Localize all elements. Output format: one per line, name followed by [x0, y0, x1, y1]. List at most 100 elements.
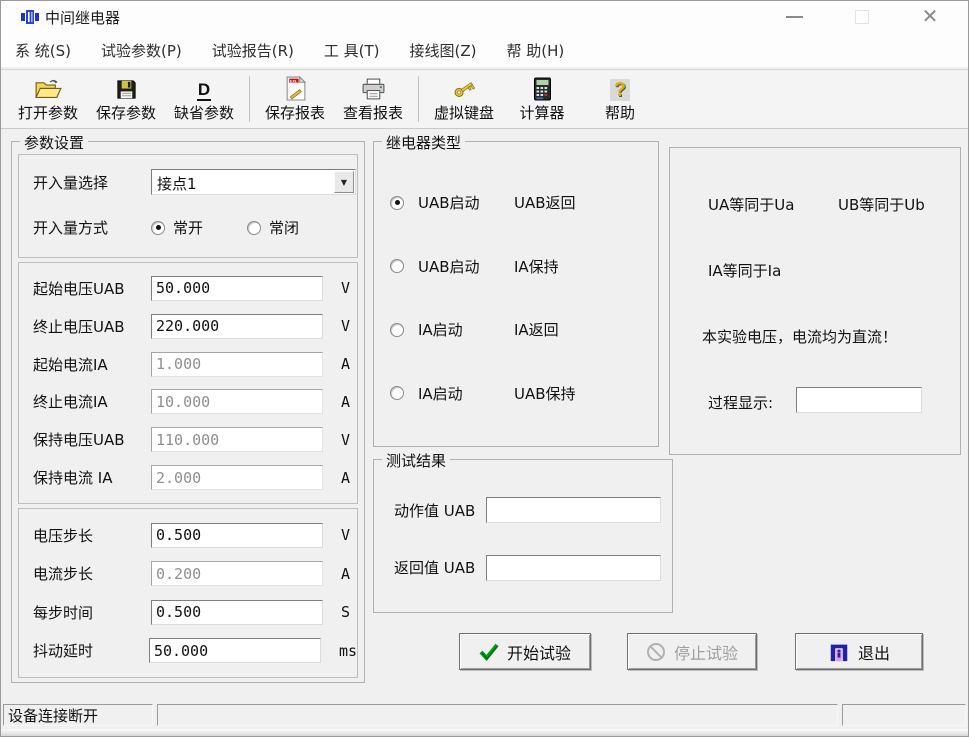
- radio-ia-start-uab-hold[interactable]: [390, 386, 404, 400]
- exit-button[interactable]: 退出: [795, 633, 923, 670]
- menu-wiring-diagram[interactable]: 接线图(Z): [410, 40, 477, 61]
- radio-uab-start-ia-hold[interactable]: [390, 259, 404, 273]
- close-icon: ✕: [922, 7, 939, 27]
- stop-test-label: 停止试验: [674, 640, 738, 664]
- step-time-input[interactable]: [151, 600, 323, 625]
- end-current-input: [151, 389, 323, 414]
- process-display-label: 过程显示:: [708, 392, 773, 413]
- action-value-input[interactable]: [486, 497, 661, 523]
- help-button[interactable]: ? 帮助: [581, 72, 659, 126]
- window-bottom-border: [1, 729, 968, 736]
- field-unit: ms: [339, 642, 357, 660]
- field-label: 保持电压UAB: [33, 429, 151, 450]
- relay-type-title: 继电器类型: [382, 132, 465, 153]
- start-test-button[interactable]: 开始试验: [459, 633, 591, 670]
- calculator-icon: [533, 74, 552, 101]
- menu-test-report[interactable]: 试验报告(R): [212, 40, 294, 61]
- stop-icon: [646, 642, 666, 662]
- toolbar-label: 保存参数: [96, 102, 156, 123]
- toolbar-separator: [249, 76, 250, 122]
- key-icon: [451, 74, 477, 101]
- info-panel: UA等同于Ua UB等同于Ub IA等同于Ia 本实验电压，电流均为直流！ 过程…: [669, 147, 961, 455]
- menu-test-params[interactable]: 试验参数(P): [101, 40, 182, 61]
- calculator-button[interactable]: 计算器: [503, 72, 581, 126]
- window-title: 中间继电器: [45, 7, 120, 28]
- toolbar: 打开参数 保存参数 D 缺省参数: [1, 69, 968, 129]
- start-current-input: [151, 352, 323, 377]
- param-row: 终止电流IA A: [19, 389, 357, 414]
- field-unit: V: [341, 431, 350, 449]
- toolbar-label: 保存报表: [265, 102, 325, 123]
- param-row: 起始电压UAB V: [19, 276, 357, 301]
- toolbar-label: 计算器: [519, 102, 564, 123]
- relay-option-start: IA启动: [418, 319, 514, 340]
- field-label: 每步时间: [33, 602, 151, 623]
- check-icon: [479, 643, 499, 661]
- relay-option-row: UAB启动 IA保持: [374, 256, 658, 277]
- voltage-step-input[interactable]: [151, 523, 323, 548]
- field-unit: A: [341, 469, 350, 487]
- excel-report-icon: EXL: [284, 74, 307, 101]
- menu-system[interactable]: 系 统(S): [15, 40, 71, 61]
- result-row: 动作值 UAB: [374, 497, 672, 523]
- field-label: 电流步长: [33, 563, 151, 584]
- printer-icon: [361, 74, 386, 101]
- relay-option-end: UAB返回: [514, 192, 576, 213]
- start-voltage-input[interactable]: [151, 276, 323, 301]
- end-voltage-input[interactable]: [151, 314, 323, 339]
- start-test-label: 开始试验: [507, 640, 571, 664]
- return-value-label: 返回值 UAB: [394, 557, 486, 578]
- toolbar-label: 打开参数: [18, 102, 78, 123]
- param-row: 起始电流IA A: [19, 352, 357, 377]
- contact-select[interactable]: 接点1 ▼: [151, 169, 356, 195]
- field-unit: S: [341, 603, 350, 621]
- minimize-button[interactable]: [760, 1, 828, 33]
- chevron-down-icon[interactable]: ▼: [334, 171, 354, 193]
- stop-test-button: 停止试验: [627, 633, 757, 670]
- radio-normally-closed[interactable]: [247, 221, 261, 235]
- relay-option-row: UAB启动 UAB返回: [374, 192, 658, 213]
- action-value-label: 动作值 UAB: [394, 500, 486, 521]
- param-row: 电压步长 V: [19, 523, 357, 548]
- hold-current-input: [151, 465, 323, 490]
- default-d-icon: D: [197, 74, 211, 101]
- toolbar-label: 查看报表: [343, 102, 403, 123]
- relay-option-start: UAB启动: [418, 192, 514, 213]
- floppy-disk-icon: [115, 74, 138, 101]
- status-bar: 设备连接断开: [1, 702, 968, 729]
- relay-option-start: UAB启动: [418, 256, 514, 277]
- relay-option-start: IA启动: [418, 383, 514, 404]
- save-params-button[interactable]: 保存参数: [87, 72, 165, 126]
- field-label: 终止电流IA: [33, 391, 151, 412]
- open-params-button[interactable]: 打开参数: [9, 72, 87, 126]
- menu-help[interactable]: 帮 助(H): [507, 40, 565, 61]
- result-panel: 测试结果 动作值 UAB 返回值 UAB: [373, 459, 673, 613]
- process-display-input[interactable]: [796, 387, 922, 413]
- return-value-input[interactable]: [486, 555, 661, 581]
- exit-label: 退出: [858, 640, 890, 664]
- menu-tools[interactable]: 工 具(T): [324, 40, 380, 61]
- result-panel-title: 测试结果: [382, 450, 450, 471]
- param-row: 保持电流 IA A: [19, 465, 357, 490]
- status-extra: [842, 704, 966, 726]
- radio-ia-start-ia-return[interactable]: [390, 323, 404, 337]
- field-label: 起始电压UAB: [33, 278, 151, 299]
- field-unit: V: [341, 526, 350, 544]
- debounce-delay-input[interactable]: [149, 638, 321, 663]
- radio-normally-open[interactable]: [151, 221, 165, 235]
- input-select-label: 开入量选择: [33, 172, 151, 193]
- relay-option-end: IA保持: [514, 256, 559, 277]
- save-report-button[interactable]: EXL 保存报表: [256, 72, 334, 126]
- field-unit: A: [341, 393, 350, 411]
- svg-text:EXL: EXL: [289, 79, 297, 83]
- input-select-box: 开入量选择 接点1 ▼ 开入量方式 常开 常闭: [18, 154, 358, 258]
- field-label: 起始电流IA: [33, 354, 151, 375]
- maximize-button[interactable]: [828, 1, 896, 33]
- virtual-keyboard-button[interactable]: 虚拟键盘: [425, 72, 503, 126]
- radio-uab-start-uab-return[interactable]: [390, 196, 404, 210]
- default-params-button[interactable]: D 缺省参数: [165, 72, 243, 126]
- view-report-button[interactable]: 查看报表: [334, 72, 412, 126]
- relay-option-end: IA返回: [514, 319, 559, 340]
- close-button[interactable]: ✕: [896, 1, 964, 33]
- field-unit: A: [341, 355, 350, 373]
